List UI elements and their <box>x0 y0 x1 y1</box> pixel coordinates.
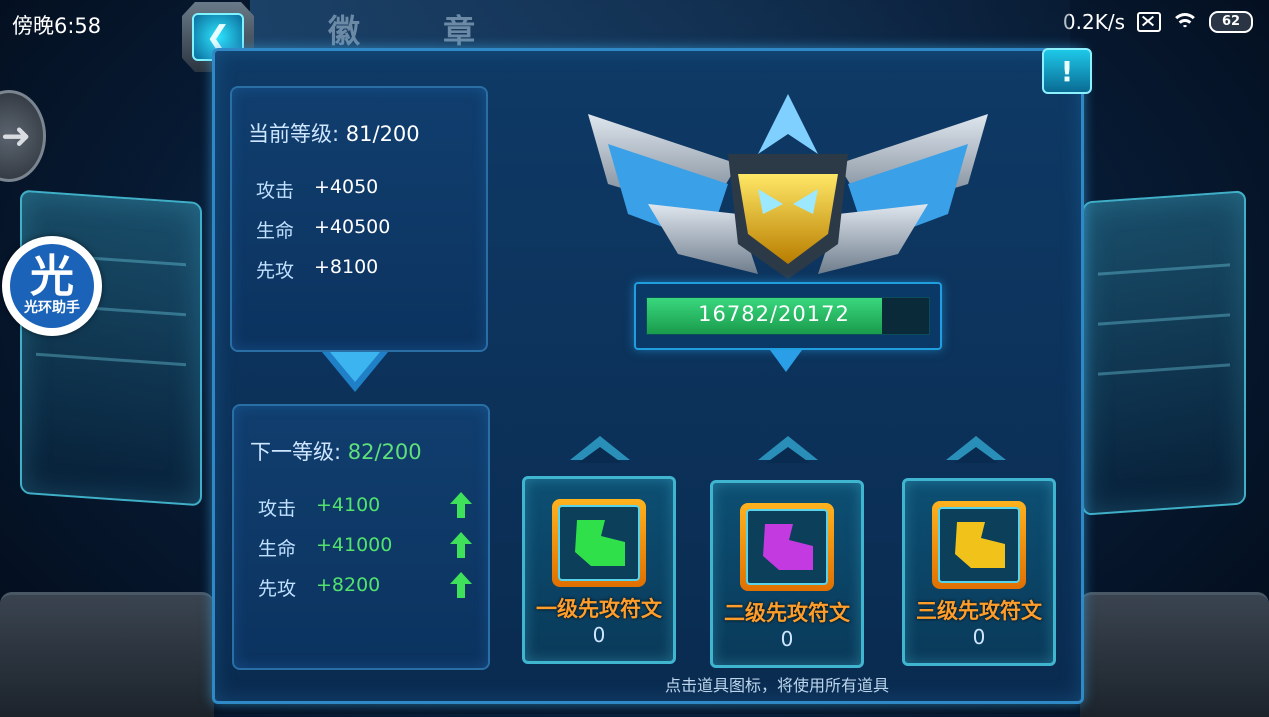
usage-hint: 点击道具图标，将使用所有道具 <box>665 676 890 695</box>
stat-value: +41000 <box>316 534 393 556</box>
background-machine-left <box>0 592 214 717</box>
increase-arrow-icon <box>450 492 472 518</box>
stat-name: 攻击 <box>256 180 295 202</box>
stat-value: +4050 <box>314 176 379 198</box>
info-button[interactable]: ! <box>1042 48 1092 94</box>
background-screen-right <box>1082 190 1246 516</box>
stat-name: 攻击 <box>258 498 297 520</box>
wifi-icon <box>1173 13 1197 31</box>
no-sim-icon <box>1137 12 1161 32</box>
page-title: 徽 章 <box>328 12 512 50</box>
level-down-arrow-icon <box>322 352 388 392</box>
battery-indicator: 62 <box>1209 11 1253 33</box>
item-card-3[interactable]: 三级先攻符文 0 <box>902 478 1056 666</box>
stat-name: 生命 <box>256 220 295 242</box>
stat-value: +40500 <box>314 216 391 238</box>
rune-shape <box>575 520 625 566</box>
status-time: 傍晚6:58 <box>12 14 102 38</box>
side-expand-button[interactable]: ➜ <box>0 90 46 182</box>
assistant-glyph: 光 <box>30 251 74 302</box>
rune-gem-icon <box>746 509 828 585</box>
next-level-panel: 下一等级: 82/200 攻击 +4100 生命 +41000 先攻 +8200 <box>232 404 490 670</box>
rune-shape <box>955 522 1005 568</box>
next-level-title: 下一等级: 82/200 <box>250 436 422 466</box>
item-count: 0 <box>972 625 986 649</box>
assistant-logo: 光 光环助手 <box>10 244 94 328</box>
increase-arrow-icon <box>450 532 472 558</box>
increase-arrow-icon <box>450 572 472 598</box>
current-level-title: 当前等级: 81/200 <box>248 118 420 148</box>
current-level-panel: 当前等级: 81/200 攻击 +4050 生命 +40500 先攻 +8100 <box>230 86 488 352</box>
current-level-value: 81/200 <box>345 122 420 146</box>
item-count: 0 <box>592 623 606 647</box>
badge-emblem-image <box>588 94 988 279</box>
rune-gem-icon <box>558 505 640 581</box>
background-machine-right <box>1080 592 1269 717</box>
rune-gem-icon <box>938 507 1020 583</box>
experience-pointer <box>770 350 802 372</box>
current-level-label: 当前等级: <box>248 122 340 146</box>
item-count: 0 <box>780 627 794 651</box>
stat-value: +8100 <box>314 256 379 278</box>
item-name: 二级先攻符文 <box>724 601 850 625</box>
item-card-2[interactable]: 二级先攻符文 0 <box>710 480 864 668</box>
card-roof-inner <box>954 447 998 463</box>
assistant-floating-button[interactable]: 光 光环助手 <box>2 236 102 336</box>
arrow-right-icon: ➜ <box>0 115 31 157</box>
status-indicators: 0.2K/s 62 <box>1063 10 1253 34</box>
rune-item-icon[interactable] <box>932 501 1026 589</box>
rune-shape <box>763 524 813 570</box>
stat-name: 先攻 <box>256 260 295 282</box>
experience-text: 16782/20172 <box>698 302 850 326</box>
exclamation-icon: ! <box>1060 54 1074 88</box>
next-level-label: 下一等级: <box>250 440 342 464</box>
rune-item-icon[interactable] <box>552 499 646 587</box>
item-name: 一级先攻符文 <box>536 597 662 621</box>
rune-item-icon[interactable] <box>740 503 834 591</box>
card-roof-inner <box>766 447 810 463</box>
card-roof-inner <box>578 447 622 463</box>
network-speed: 0.2K/s <box>1062 10 1125 34</box>
stat-name: 先攻 <box>258 578 297 600</box>
assistant-label: 光环助手 <box>24 297 80 317</box>
next-level-value: 82/200 <box>347 440 422 464</box>
stat-name: 生命 <box>258 538 297 560</box>
stat-value: +4100 <box>316 494 381 516</box>
item-card-1[interactable]: 一级先攻符文 0 <box>522 476 676 664</box>
item-name: 三级先攻符文 <box>916 599 1042 623</box>
stat-value: +8200 <box>316 574 381 596</box>
